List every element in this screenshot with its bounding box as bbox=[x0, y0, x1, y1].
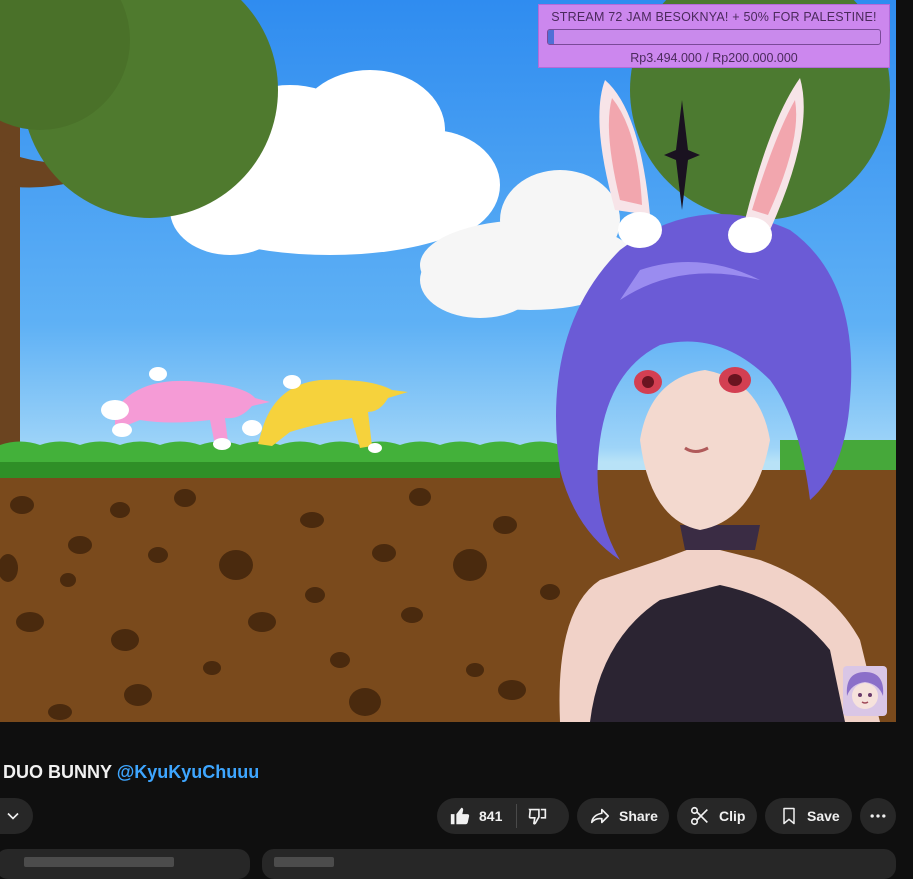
like-divider bbox=[516, 804, 518, 828]
clip-label: Clip bbox=[719, 808, 746, 824]
share-label: Share bbox=[619, 808, 658, 824]
video-player[interactable]: STREAM 72 JAM BESOKNYA! + 50% FOR PALEST… bbox=[0, 0, 896, 722]
chevron-down-icon bbox=[7, 812, 19, 820]
clip-button[interactable]: Clip bbox=[677, 798, 757, 834]
description-card[interactable] bbox=[0, 849, 250, 879]
save-button[interactable]: Save bbox=[765, 798, 852, 834]
thumbs-down-icon[interactable] bbox=[527, 805, 549, 827]
donation-progress-fill bbox=[548, 30, 554, 44]
thumbs-up-icon[interactable] bbox=[449, 805, 471, 827]
chat-card[interactable] bbox=[262, 849, 896, 879]
video-title-row: DUO BUNNY @KyuKyuChuuu bbox=[3, 762, 259, 783]
share-button[interactable]: Share bbox=[577, 798, 669, 834]
save-label: Save bbox=[807, 808, 840, 824]
like-dislike-group: 841 bbox=[437, 798, 569, 834]
game-scene bbox=[0, 0, 896, 722]
expand-menu-button[interactable] bbox=[0, 798, 33, 834]
scissors-icon bbox=[690, 806, 708, 826]
donation-goal-title: STREAM 72 JAM BESOKNYA! + 50% FOR PALEST… bbox=[551, 10, 877, 24]
yellow-bunny bbox=[242, 375, 408, 453]
donation-goal-amount: Rp3.494.000 / Rp200.000.000 bbox=[630, 51, 798, 65]
pink-bunny bbox=[101, 367, 270, 450]
channel-handle-link[interactable]: @KyuKyuChuuu bbox=[117, 762, 260, 782]
share-arrow-icon bbox=[590, 808, 610, 824]
bookmark-icon bbox=[783, 807, 795, 825]
channel-watermark[interactable] bbox=[843, 666, 887, 716]
donation-progress-bar bbox=[547, 29, 881, 45]
more-horizontal-icon bbox=[870, 814, 886, 818]
donation-goal-panel: STREAM 72 JAM BESOKNYA! + 50% FOR PALEST… bbox=[538, 4, 890, 68]
like-count[interactable]: 841 bbox=[479, 808, 502, 824]
more-actions-button[interactable] bbox=[860, 798, 896, 834]
video-title: DUO BUNNY bbox=[3, 762, 112, 782]
